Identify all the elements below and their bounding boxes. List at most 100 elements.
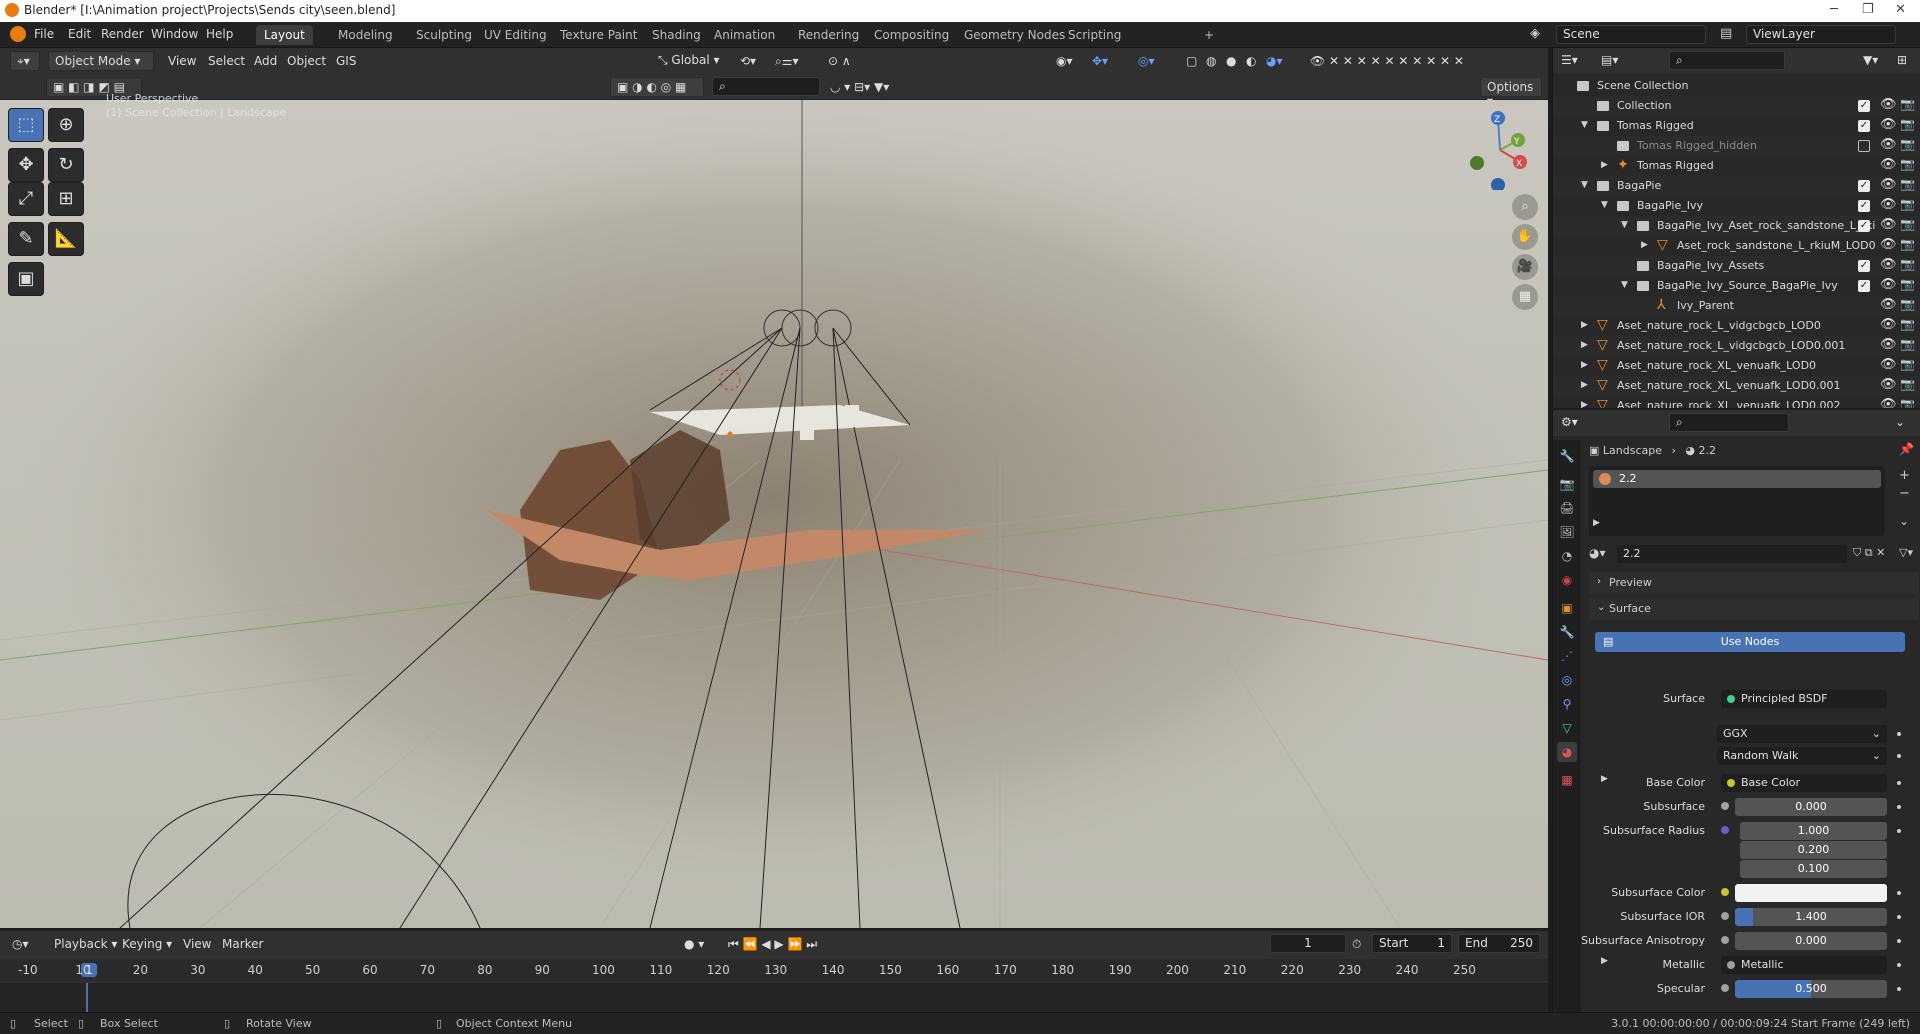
tab-animation[interactable]: Animation: [706, 25, 783, 45]
exclude-checkbox[interactable]: ✓: [1858, 220, 1870, 232]
tab-scripting[interactable]: Scripting: [1060, 25, 1129, 45]
tab-texture-paint[interactable]: Texture Paint: [552, 25, 645, 45]
visibility-eye-icon[interactable]: 👁: [1880, 297, 1897, 312]
chevron-down-icon[interactable]: ⌄: [1895, 415, 1905, 429]
visibility-eye-icon[interactable]: 👁: [1880, 337, 1897, 352]
world-tab-icon[interactable]: ◉: [1557, 570, 1577, 590]
visibility-eye-icon[interactable]: 👁: [1880, 397, 1897, 408]
subsurface-ior-field[interactable]: 1.400: [1735, 908, 1887, 926]
subsurface-radius-x-field[interactable]: 1.000: [1740, 822, 1887, 840]
tl-menu-playback[interactable]: Playback ▾: [54, 937, 117, 951]
visibility-eye-icon[interactable]: 👁: [1880, 137, 1897, 152]
mode-dropdown[interactable]: Object Mode ▾: [48, 51, 154, 71]
current-frame-field[interactable]: 1: [1270, 934, 1346, 953]
3d-viewport[interactable]: User Perspective (1) Scene Collection | …: [0, 92, 1548, 928]
blender-menu-icon[interactable]: [10, 26, 26, 42]
expand-triangle-icon[interactable]: ▶: [1601, 160, 1608, 170]
scene-selector[interactable]: Scene: [1556, 25, 1706, 44]
render-camera-icon[interactable]: 📷: [1900, 137, 1915, 151]
material-slot-list[interactable]: 2.2 ▶: [1589, 466, 1885, 536]
metallic-field[interactable]: Metallic: [1721, 956, 1887, 974]
visibility-eye-icon[interactable]: 👁: [1880, 217, 1897, 232]
keyframe-dot[interactable]: [1897, 987, 1901, 991]
remove-slot-icon[interactable]: −: [1899, 486, 1910, 501]
visibility-icon[interactable]: ◉▾: [1056, 54, 1073, 68]
exclude-checkbox[interactable]: ✓: [1858, 280, 1870, 292]
outliner-filter-icon[interactable]: ▼▾: [1863, 53, 1878, 67]
record-icon[interactable]: ● ▾: [684, 937, 704, 951]
outliner-row[interactable]: ▼ BagaPie ✓ 👁 📷: [1553, 176, 1920, 196]
exclude-checkbox[interactable]: ✓: [1858, 100, 1870, 112]
visibility-eye-icon[interactable]: 👁: [1880, 177, 1897, 192]
keyframe-dot[interactable]: [1897, 829, 1901, 833]
tool-tab-icon[interactable]: 🔧: [1557, 446, 1577, 466]
keyframe-dot[interactable]: [1897, 805, 1901, 809]
keyframe-dot[interactable]: [1897, 732, 1901, 736]
filter-icon[interactable]: ◡ ▾ ⊟▾ ▼▾: [830, 80, 889, 94]
physics-tab-icon[interactable]: ◎: [1557, 670, 1577, 690]
preview-panel-header[interactable]: › Preview: [1589, 572, 1919, 594]
timeline-editor-type-icon[interactable]: ◷▾: [12, 937, 29, 951]
outliner-row[interactable]: ⅄ Ivy_Parent 👁 📷: [1553, 296, 1920, 316]
vp-menu-object[interactable]: Object: [287, 54, 326, 68]
exclude-checkbox[interactable]: [1858, 140, 1870, 152]
keyframe-dot[interactable]: [1897, 781, 1901, 785]
minimize-icon[interactable]: ─: [1830, 2, 1838, 17]
outliner-row[interactable]: ▼ BagaPie_Ivy_Aset_rock_sandstone_L_rki ✓ 👁…: [1553, 216, 1920, 236]
outliner-row[interactable]: Scene Collection: [1553, 76, 1920, 96]
expand-triangle-icon[interactable]: ▶: [1581, 400, 1588, 408]
subsurface-method-dropdown[interactable]: Random Walk ⌄: [1717, 747, 1887, 765]
surface-shader-field[interactable]: Principled BSDF: [1721, 690, 1887, 708]
tl-menu-keying[interactable]: Keying ▾: [122, 937, 172, 951]
transform-tool-icon[interactable]: ⊞: [48, 182, 84, 216]
output-tab-icon[interactable]: 🖨: [1557, 498, 1577, 518]
visibility-eye-icon[interactable]: 👁: [1880, 377, 1897, 392]
expand-triangle-icon[interactable]: ▼: [1621, 280, 1628, 290]
select-box-tool-icon[interactable]: ⬚: [8, 108, 44, 142]
keyframe-dot[interactable]: [1897, 891, 1901, 895]
zoom-icon[interactable]: ⌕: [1512, 194, 1538, 220]
outliner-row[interactable]: BagaPie_Ivy_Assets ✓ 👁 📷: [1553, 256, 1920, 276]
outliner-row[interactable]: ▶ ▽ Aset_nature_rock_XL_venuafk_LOD0.002 👁 📷: [1553, 396, 1920, 408]
use-nodes-button[interactable]: ▤ Use Nodes: [1595, 632, 1905, 652]
outliner-row[interactable]: Collection ✓ 👁 📷: [1553, 96, 1920, 116]
pivot-icon[interactable]: ⟲▾: [740, 54, 756, 68]
properties-search-input[interactable]: ⌕: [1669, 413, 1789, 432]
subsurface-value-field[interactable]: 0.000: [1735, 798, 1887, 816]
expand-triangle-icon[interactable]: ▼: [1581, 120, 1588, 130]
slot-menu-chevron-icon[interactable]: ⌄: [1899, 514, 1909, 528]
shading-wire-icon[interactable]: ◍: [1206, 54, 1216, 68]
menu-help[interactable]: Help: [206, 27, 233, 41]
frame-ruler[interactable]: -10 1 10 20 30 40 50 60 70 80 90 100 110 120 130 140 150…: [0, 959, 1548, 981]
render-camera-icon[interactable]: 📷: [1900, 217, 1915, 231]
link-dropdown-icon[interactable]: ▽▾: [1899, 546, 1913, 559]
material-actions-icons[interactable]: ⛉ ⧉ ✕: [1853, 546, 1885, 560]
add-slot-icon[interactable]: +: [1899, 468, 1910, 483]
visibility-eye-icon[interactable]: 👁: [1880, 357, 1897, 372]
keyframe-dot[interactable]: [1897, 754, 1901, 758]
add-workspace-icon[interactable]: +: [1196, 25, 1222, 45]
base-color-field[interactable]: Base Color: [1721, 774, 1887, 792]
outliner-row[interactable]: ▼ BagaPie_Ivy ✓ 👁 📷: [1553, 196, 1920, 216]
outliner-row[interactable]: ▶ ▽ Aset_nature_rock_L_vidgcbgcb_LOD0.001 👁…: [1553, 336, 1920, 356]
tab-modeling[interactable]: Modeling: [330, 25, 401, 45]
menu-file[interactable]: File: [34, 27, 54, 41]
material-slot-row[interactable]: 2.2: [1593, 470, 1881, 488]
outliner-search-input[interactable]: ⌕: [1669, 51, 1785, 70]
outliner-row[interactable]: ▶ ▽ Aset_rock_sandstone_L_rkiuM_LOD0 👁 📷: [1553, 236, 1920, 256]
material-tab-icon[interactable]: ◕: [1557, 742, 1577, 762]
visibility-eye-icon[interactable]: 👁: [1880, 257, 1897, 272]
outliner-row[interactable]: ▼ BagaPie_Ivy_Source_BagaPie_Ivy ✓ 👁 📷: [1553, 276, 1920, 296]
new-collection-icon[interactable]: ⊞: [1897, 53, 1907, 67]
filter-visibility-icon[interactable]: 👁 ✕ ✕ ✕ ✕ ✕ ✕ ✕ ✕ ✕ ✕: [1310, 54, 1464, 68]
render-camera-icon[interactable]: 📷: [1900, 97, 1915, 111]
expand-triangle-icon[interactable]: ▼: [1601, 200, 1608, 210]
visibility-eye-icon[interactable]: 👁: [1880, 277, 1897, 292]
tab-uv-editing[interactable]: UV Editing: [476, 25, 555, 45]
render-camera-icon[interactable]: 📷: [1900, 237, 1915, 251]
exclude-checkbox[interactable]: ✓: [1858, 200, 1870, 212]
outliner-row[interactable]: ▶ ▽ Aset_nature_rock_L_vidgcbgcb_LOD0 👁 📷: [1553, 316, 1920, 336]
measure-tool-icon[interactable]: 📐: [48, 222, 84, 256]
shading-material-icon[interactable]: ◐: [1246, 54, 1256, 68]
pin-icon[interactable]: 📌: [1899, 442, 1914, 456]
